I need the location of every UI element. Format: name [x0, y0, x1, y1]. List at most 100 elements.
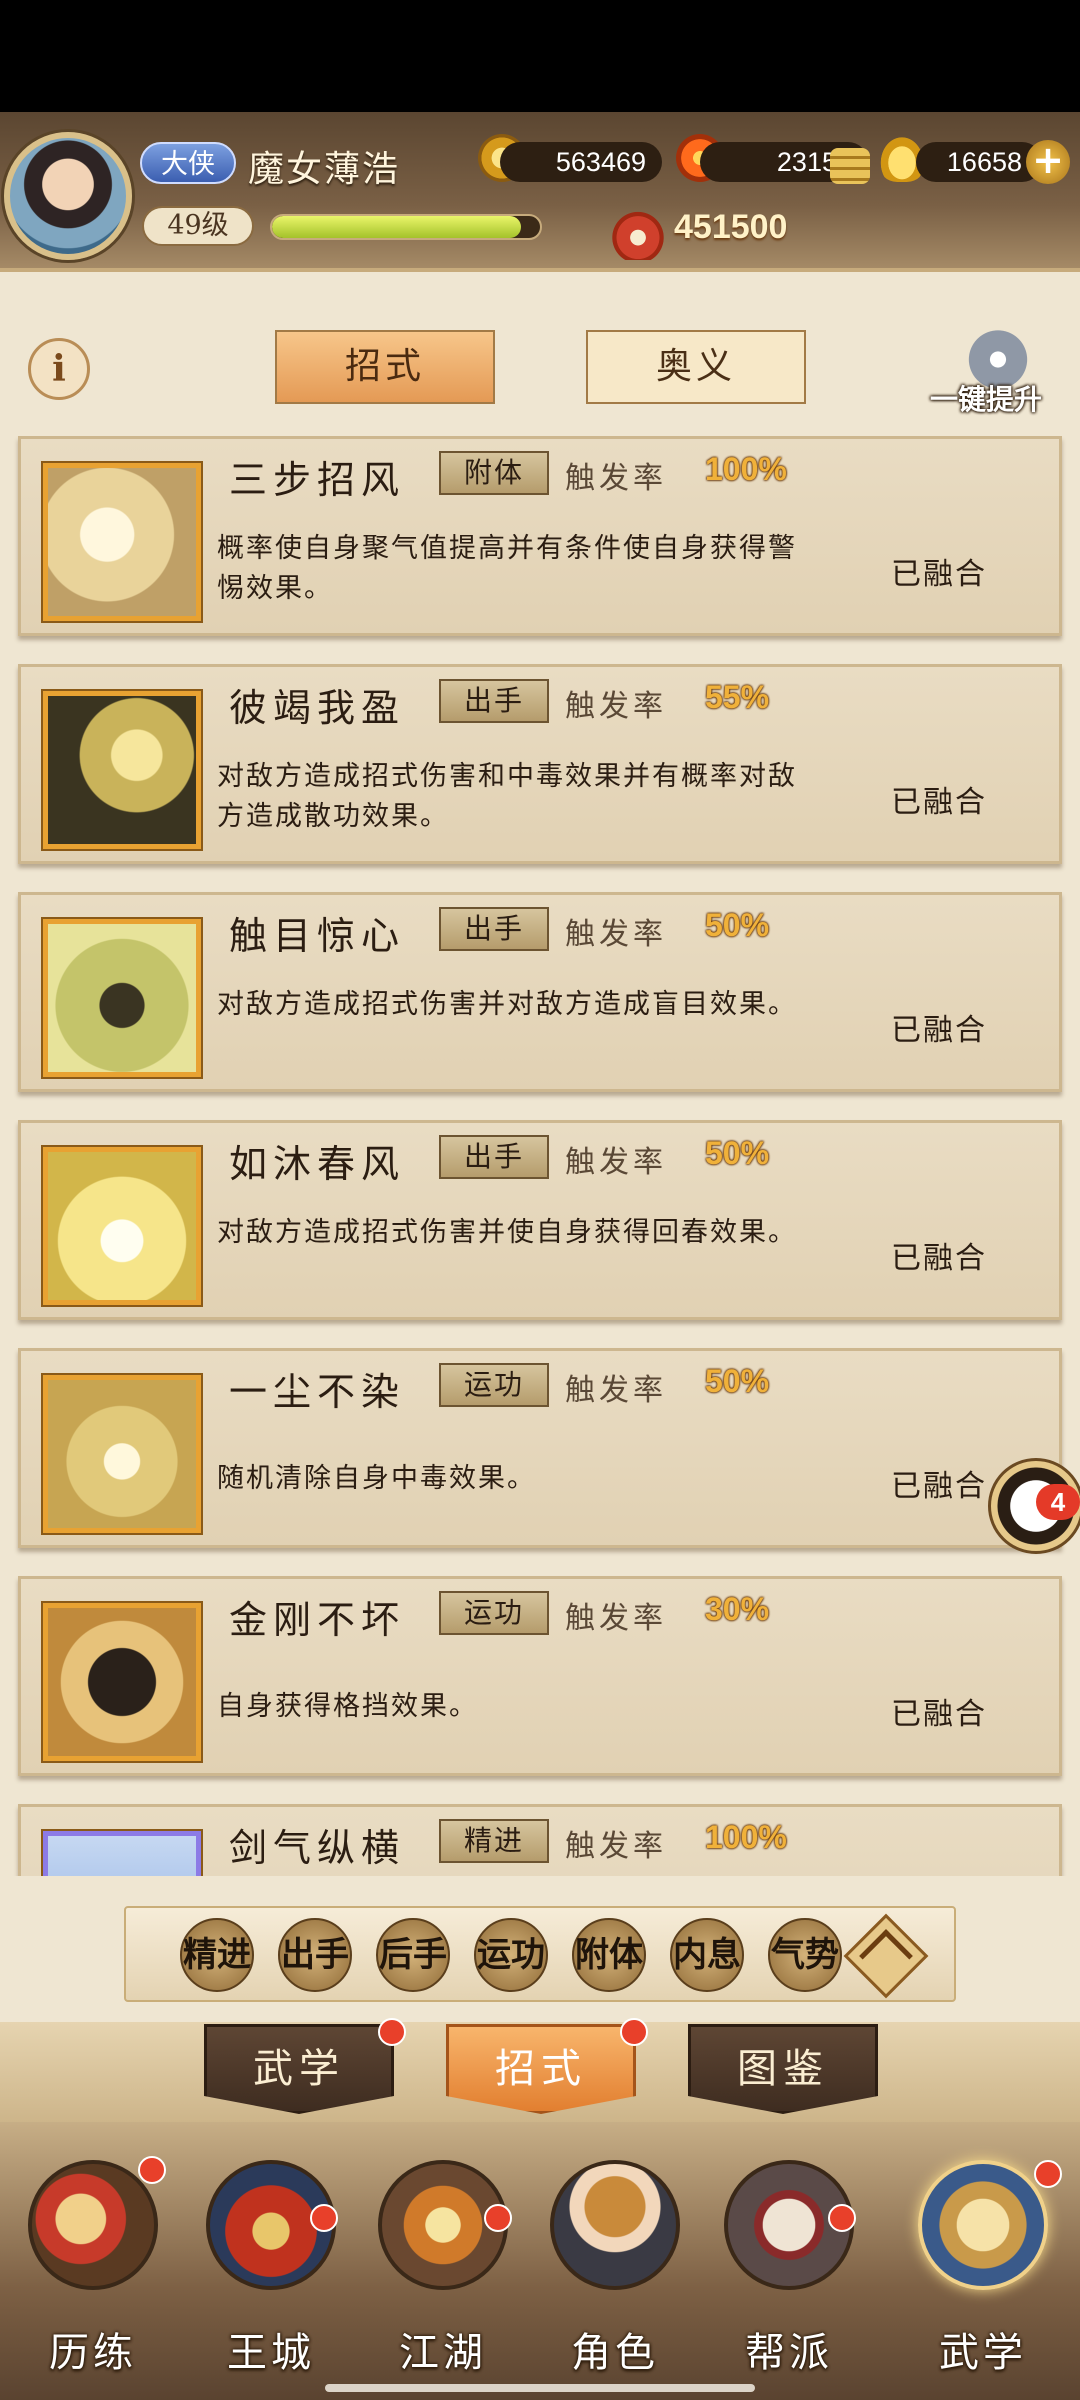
trigger-label: 触发率 — [565, 689, 667, 724]
skill-card[interactable]: 一尘不染 运功 触发率 50% 随机清除自身中毒效果。 已融合 — [18, 1348, 1062, 1548]
coin-count: 563469 — [500, 142, 662, 182]
subtab-martial-arts[interactable]: 武学 — [204, 2024, 394, 2114]
subtab-codex[interactable]: 图鉴 — [688, 2024, 878, 2114]
skill-type-badge: 出手 — [439, 1135, 549, 1179]
skill-icon — [43, 1603, 201, 1761]
add-currency-button[interactable]: + — [1026, 140, 1070, 184]
trigger-label: 触发率 — [565, 1373, 667, 1408]
player-header: 大侠 魔女薄浩 49级 563469 23153 16658 451500 — [0, 112, 1080, 272]
avatar[interactable] — [4, 132, 132, 260]
rank-badge: 大侠 — [140, 142, 236, 184]
trigger-rate: 100% — [705, 451, 787, 487]
nav-guild[interactable]: 帮派 — [714, 2160, 864, 2380]
skill-name: 一尘不染 — [229, 1370, 406, 1414]
skill-card[interactable]: 如沐春风 出手 触发率 50% 对敌方造成招式伤害并使自身获得回春效果。 已融合 — [18, 1120, 1062, 1320]
notification-dot — [484, 2204, 512, 2232]
skill-name: 如沐春风 — [229, 1142, 406, 1186]
filter-advance[interactable]: 精进 — [180, 1918, 254, 1992]
home-indicator[interactable] — [325, 2384, 755, 2392]
fusion-status: 已融合 — [891, 1469, 987, 1504]
skill-card[interactable]: 金刚不坏 运功 触发率 30% 自身获得格挡效果。 已融合 — [18, 1576, 1062, 1776]
skill-name: 三步招风 — [229, 458, 406, 502]
status-bar — [0, 0, 1080, 112]
filter-inner-breath[interactable]: 内息 — [670, 1918, 744, 1992]
skill-type-badge: 出手 — [439, 907, 549, 951]
subtab-moves[interactable]: 招式 — [446, 2024, 636, 2114]
skill-type-badge: 附体 — [439, 451, 549, 495]
fusion-status: 已融合 — [891, 1697, 987, 1732]
exp-bar — [270, 214, 542, 240]
filter-cultivate[interactable]: 运功 — [474, 1918, 548, 1992]
tab-moves[interactable]: 招式 — [275, 330, 495, 404]
skill-name: 剑气纵横 — [229, 1826, 406, 1870]
notification-dot — [620, 2018, 648, 2046]
trigger-rate: 55% — [705, 679, 770, 715]
skill-name: 金刚不坏 — [229, 1598, 406, 1642]
power-value: 451500 — [674, 208, 788, 246]
skill-type-badge: 运功 — [439, 1363, 549, 1407]
skill-icon — [43, 691, 201, 849]
skill-icon — [43, 463, 201, 621]
skill-icon — [43, 1375, 201, 1533]
gold-ingot-count: 16658 — [916, 142, 1042, 182]
skill-name: 触目惊心 — [229, 914, 406, 958]
skill-list[interactable]: 三步招风 附体 触发率 100% 概率使自身聚气值提高并有条件使自身获得警惕效果… — [0, 436, 1080, 1876]
skill-card[interactable]: 彼竭我盈 出手 触发率 55% 对敌方造成招式伤害和中毒效果并有概率对敌方造成散… — [18, 664, 1062, 864]
info-button[interactable]: i — [28, 338, 90, 400]
coin-stack-icon — [830, 148, 870, 184]
power-icon — [612, 204, 664, 260]
skill-icon — [43, 919, 201, 1077]
chat-unread-badge: 4 — [1036, 1484, 1080, 1520]
skill-type-filter-bar: 精进 出手 后手 运功 附体 内息 气势 — [124, 1906, 956, 2002]
skill-card[interactable]: 剑气纵横 精进 触发率 100% — [18, 1804, 1062, 1876]
nav-label: 帮派 — [745, 2330, 833, 2376]
nav-jianghu[interactable]: 江湖 — [368, 2160, 518, 2380]
skill-type-badge: 出手 — [439, 679, 549, 723]
filter-possess[interactable]: 附体 — [572, 1918, 646, 1992]
one-click-upgrade-label[interactable]: 一键提升 — [930, 378, 1042, 418]
notification-dot — [378, 2018, 406, 2046]
skill-icon — [43, 1831, 201, 1876]
collapse-filter-icon[interactable] — [843, 1913, 929, 1999]
nav-martial-arts[interactable]: 武学 — [908, 2160, 1058, 2380]
nav-character[interactable]: 角色 — [540, 2160, 690, 2380]
notification-dot — [1034, 2160, 1062, 2188]
skill-icon — [43, 1147, 201, 1305]
skill-card[interactable]: 三步招风 附体 触发率 100% 概率使自身聚气值提高并有条件使自身获得警惕效果… — [18, 436, 1062, 636]
nav-label: 王城 — [227, 2330, 315, 2376]
trials-scroll-icon — [28, 2160, 158, 2290]
trigger-label: 触发率 — [565, 461, 667, 496]
filter-strike[interactable]: 出手 — [278, 1918, 352, 1992]
level-pill: 49级 — [142, 206, 254, 246]
trigger-label: 触发率 — [565, 1601, 667, 1636]
tab-mysteries[interactable]: 奥义 — [586, 330, 806, 404]
skill-description: 对敌方造成招式伤害并对敌方造成盲目效果。 — [217, 989, 797, 1020]
fusion-status: 已融合 — [891, 1241, 987, 1276]
skill-description: 对敌方造成招式伤害和中毒效果并有概率对敌方造成散功效果。 — [217, 761, 797, 832]
filter-momentum[interactable]: 气势 — [768, 1918, 842, 1992]
fusion-status: 已融合 — [891, 557, 987, 592]
trigger-rate: 30% — [705, 1591, 770, 1627]
player-name: 魔女薄浩 — [248, 149, 401, 190]
notification-dot — [138, 2156, 166, 2184]
trigger-rate: 50% — [705, 1135, 770, 1171]
filter-counter[interactable]: 后手 — [376, 1918, 450, 1992]
trigger-rate: 50% — [705, 907, 770, 943]
nav-label: 武学 — [939, 2330, 1027, 2376]
trigger-label: 触发率 — [565, 1145, 667, 1180]
trigger-label: 触发率 — [565, 1829, 667, 1864]
skill-card[interactable]: 触目惊心 出手 触发率 50% 对敌方造成招式伤害并对敌方造成盲目效果。 已融合 — [18, 892, 1062, 1092]
skill-description: 概率使自身聚气值提高并有条件使自身获得警惕效果。 — [217, 533, 797, 604]
skill-name: 彼竭我盈 — [229, 686, 406, 730]
trigger-label: 触发率 — [565, 917, 667, 952]
fusion-status: 已融合 — [891, 785, 987, 820]
exp-bar-fill — [272, 216, 522, 238]
skill-description: 随机清除自身中毒效果。 — [217, 1463, 536, 1494]
trigger-rate: 50% — [705, 1363, 770, 1399]
nav-label: 江湖 — [399, 2330, 487, 2376]
nav-royal-city[interactable]: 王城 — [196, 2160, 346, 2380]
trigger-rate: 100% — [705, 1819, 787, 1855]
notification-dot — [310, 2204, 338, 2232]
nav-trials[interactable]: 历练 — [18, 2160, 168, 2380]
nav-label: 历练 — [49, 2330, 137, 2376]
